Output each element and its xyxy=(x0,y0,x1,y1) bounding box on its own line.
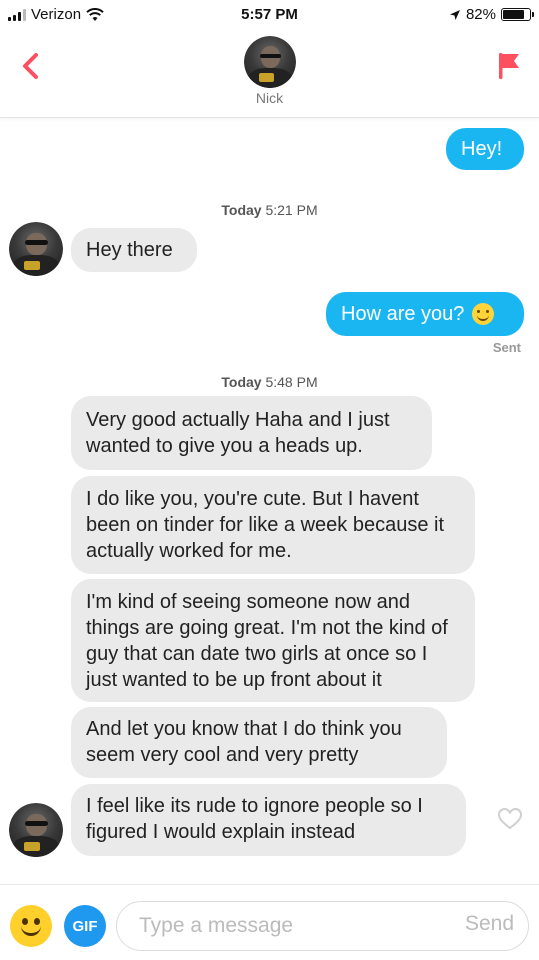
smiley-icon-eye xyxy=(34,918,40,925)
chevron-left-icon xyxy=(23,53,38,79)
message-incoming[interactable]: I do like you, you're cute. But I havent… xyxy=(71,476,475,574)
send-button[interactable]: Send xyxy=(465,912,514,936)
contact-name[interactable]: Nick xyxy=(0,90,539,106)
message-text: I do like you, you're cute. But I havent… xyxy=(86,488,444,562)
message-text: Very good actually Haha and I just wante… xyxy=(86,409,390,457)
contact-avatar-small[interactable] xyxy=(9,222,63,276)
back-button[interactable] xyxy=(14,50,46,82)
message-input[interactable] xyxy=(139,910,439,942)
contact-avatar[interactable] xyxy=(244,36,296,88)
timestamp: Today 5:21 PM xyxy=(0,202,539,218)
battery-level xyxy=(503,10,525,19)
message-incoming[interactable]: I feel like its rude to ignore people so… xyxy=(71,784,466,856)
gif-button[interactable]: GIF xyxy=(64,905,106,947)
chat-header: Nick xyxy=(0,30,539,118)
message-composer: GIF Send xyxy=(0,884,539,960)
avatar-image xyxy=(244,36,296,88)
message-text: How are you? xyxy=(341,303,465,325)
heart-icon xyxy=(497,807,523,830)
timestamp-day: Today xyxy=(221,202,262,218)
timestamp-day: Today xyxy=(221,374,262,390)
message-text: Hey there xyxy=(86,239,173,261)
status-bar: Verizon 5:57 PM 82% xyxy=(0,0,539,30)
smiley-icon-mouth xyxy=(21,926,41,936)
message-incoming[interactable]: I'm kind of seeing someone now and thing… xyxy=(71,579,475,702)
timestamp-time: 5:48 PM xyxy=(265,374,318,390)
message-text: Hey! xyxy=(461,138,503,160)
status-right: 82% xyxy=(449,6,534,23)
message-input-wrap: Send xyxy=(116,901,529,951)
emoji-button[interactable] xyxy=(10,905,52,947)
like-button[interactable] xyxy=(497,806,523,832)
message-text: I feel like its rude to ignore people so… xyxy=(86,795,423,843)
message-text: And let you know that I do think you see… xyxy=(86,718,402,766)
message-incoming[interactable]: Very good actually Haha and I just wante… xyxy=(71,396,432,470)
message-incoming[interactable]: And let you know that I do think you see… xyxy=(71,707,447,778)
battery-icon xyxy=(501,8,534,21)
message-incoming[interactable]: Hey there xyxy=(71,228,197,272)
flag-icon xyxy=(499,53,519,79)
avatar-image xyxy=(9,803,63,857)
location-arrow-icon xyxy=(449,9,460,20)
smiling-face-emoji xyxy=(472,303,495,325)
timestamp: Today 5:48 PM xyxy=(0,374,539,390)
message-outgoing[interactable]: How are you? xyxy=(326,292,524,336)
message-text: I'm kind of seeing someone now and thing… xyxy=(86,591,448,691)
report-button[interactable] xyxy=(493,50,525,82)
smiley-icon xyxy=(22,918,28,925)
message-outgoing[interactable]: Hey! xyxy=(446,128,524,170)
timestamp-time: 5:21 PM xyxy=(265,202,318,218)
contact-avatar-small[interactable] xyxy=(9,803,63,857)
battery-percent: 82% xyxy=(465,6,496,23)
avatar-image xyxy=(9,222,63,276)
message-status: Sent xyxy=(492,340,521,355)
